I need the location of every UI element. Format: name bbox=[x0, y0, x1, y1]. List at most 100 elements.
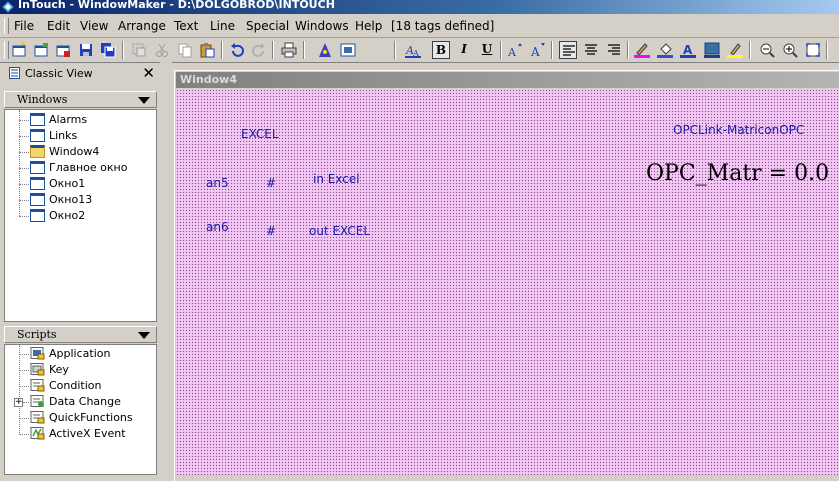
tree-connector bbox=[19, 200, 29, 201]
copy-icon[interactable] bbox=[176, 41, 194, 59]
zoom-in-icon[interactable] bbox=[781, 41, 799, 59]
windows-panel-header[interactable]: Windows bbox=[4, 91, 157, 108]
value-display-an6[interactable]: # bbox=[266, 224, 276, 238]
align-right-icon[interactable] bbox=[605, 41, 623, 59]
scripts-panel-title: Scripts bbox=[17, 328, 57, 341]
paste-icon[interactable] bbox=[198, 41, 216, 59]
close-icon[interactable]: ✕ bbox=[142, 64, 155, 82]
tree-connector bbox=[19, 184, 29, 185]
tree-connector bbox=[19, 418, 29, 419]
menu-line[interactable]: Line bbox=[210, 19, 235, 33]
text-object-in-excel[interactable]: in Excel bbox=[313, 172, 360, 186]
menu-arrange[interactable]: Arrange bbox=[118, 19, 166, 33]
menu-view[interactable]: View bbox=[80, 19, 108, 33]
save-icon[interactable] bbox=[77, 41, 95, 59]
align-center-icon[interactable] bbox=[582, 41, 600, 59]
window4-title: Window4 bbox=[180, 73, 237, 86]
bold-label: B bbox=[435, 43, 447, 57]
window-title: InTouch - WindowMaker - D:\DOLGOBROD\INT… bbox=[18, 0, 335, 11]
tree-connector bbox=[19, 434, 29, 435]
font-larger-icon[interactable]: A bbox=[506, 41, 524, 59]
undo-icon[interactable] bbox=[228, 41, 246, 59]
font-smaller-icon[interactable]: A bbox=[529, 41, 547, 59]
menu-grip[interactable] bbox=[4, 18, 9, 34]
window-item-label: Окно2 bbox=[49, 209, 86, 222]
text-object-out-excel[interactable]: out EXCEL bbox=[309, 224, 370, 238]
bold-icon[interactable]: B bbox=[432, 41, 450, 59]
tag-count-status: [18 tags defined] bbox=[391, 19, 495, 33]
align-left-icon[interactable] bbox=[559, 41, 577, 59]
tree-connector bbox=[19, 136, 29, 137]
tree-connector bbox=[19, 345, 20, 435]
open-window-icon[interactable] bbox=[32, 41, 50, 59]
window4-titlebar[interactable]: Window4 bbox=[176, 72, 839, 88]
text-color-icon[interactable]: A bbox=[679, 41, 697, 59]
tree-connector bbox=[23, 402, 29, 403]
tagname-dictionary-icon[interactable] bbox=[339, 41, 357, 59]
panel-splitter[interactable] bbox=[160, 62, 172, 475]
wizard-icon[interactable] bbox=[316, 41, 334, 59]
select-icon[interactable] bbox=[130, 41, 148, 59]
chevron-down-icon[interactable] bbox=[138, 332, 150, 339]
script-item-label: QuickFunctions bbox=[49, 411, 133, 424]
print-icon[interactable] bbox=[280, 41, 298, 59]
text-object-an6[interactable]: an6 bbox=[206, 220, 229, 234]
toolbar: AA B I U A A A bbox=[0, 38, 839, 63]
menu-file[interactable]: File bbox=[14, 19, 34, 33]
fill-color-icon[interactable] bbox=[656, 41, 674, 59]
toolbar-separator bbox=[122, 41, 124, 59]
underline-icon[interactable]: U bbox=[478, 41, 496, 59]
title-bar[interactable]: InTouch - WindowMaker - D:\DOLGOBROD\INT… bbox=[0, 0, 839, 14]
cut-icon[interactable] bbox=[153, 41, 171, 59]
window-color-icon[interactable] bbox=[703, 41, 721, 59]
activex-event-script-icon bbox=[30, 427, 45, 440]
value-display-an5[interactable]: # bbox=[266, 176, 276, 190]
line-color-icon[interactable] bbox=[633, 41, 651, 59]
application-script-icon bbox=[30, 347, 45, 360]
text-object-an5[interactable]: an5 bbox=[206, 176, 229, 190]
toolbar-separator bbox=[394, 41, 396, 59]
menu-help[interactable]: Help bbox=[355, 19, 382, 33]
tree-connector bbox=[19, 120, 29, 121]
scripts-panel-header[interactable]: Scripts bbox=[4, 326, 157, 343]
menu-text[interactable]: Text bbox=[174, 19, 198, 33]
windows-panel-title: Windows bbox=[17, 93, 68, 106]
save-all-icon[interactable] bbox=[99, 41, 117, 59]
toolbar-separator bbox=[303, 41, 305, 59]
script-item-label: Condition bbox=[49, 379, 102, 392]
menu-windows[interactable]: Windows bbox=[295, 19, 349, 33]
window-item-label: Главное окно bbox=[49, 161, 128, 174]
zoom-out-icon[interactable] bbox=[758, 41, 776, 59]
expand-icon[interactable]: + bbox=[14, 398, 23, 407]
window-item-label: Окно1 bbox=[49, 177, 86, 190]
script-item-label: Key bbox=[49, 363, 69, 376]
menu-special[interactable]: Special bbox=[246, 19, 289, 33]
window-icon bbox=[30, 193, 45, 206]
menu-edit[interactable]: Edit bbox=[47, 19, 70, 33]
script-item-label: Application bbox=[49, 347, 111, 360]
text-object-opc-matr[interactable]: OPC_Matr = 0.0 bbox=[646, 161, 829, 186]
tree-connector bbox=[19, 216, 29, 217]
svg-text:A: A bbox=[530, 45, 540, 58]
toolbar-grip[interactable] bbox=[4, 41, 9, 59]
classic-view-header: Classic View ✕ bbox=[3, 64, 159, 84]
chevron-down-icon[interactable] bbox=[138, 97, 150, 104]
window-item-label: Window4 bbox=[49, 145, 100, 158]
redo-icon[interactable] bbox=[250, 41, 268, 59]
text-object-excel[interactable]: EXCEL bbox=[241, 127, 279, 141]
window-item-label: Links bbox=[49, 129, 78, 142]
font-icon[interactable]: AA bbox=[404, 41, 422, 59]
toolbar-separator bbox=[627, 41, 629, 59]
window-icon bbox=[30, 209, 45, 222]
text-object-opclink[interactable]: OPCLink-MatriconOPC bbox=[673, 123, 804, 137]
script-item-label: ActiveX Event bbox=[49, 427, 126, 440]
tree-connector bbox=[19, 168, 29, 169]
toolbar-separator bbox=[500, 41, 502, 59]
close-window-icon[interactable] bbox=[54, 41, 72, 59]
zoom-fit-icon[interactable] bbox=[804, 41, 822, 59]
window4-canvas[interactable]: EXCEL OPCLink-MatriconOPC an5 # in Excel… bbox=[176, 89, 839, 475]
quickfunctions-script-icon bbox=[30, 411, 45, 424]
italic-icon[interactable]: I bbox=[455, 41, 473, 59]
new-window-icon[interactable] bbox=[10, 41, 28, 59]
highlight-icon[interactable] bbox=[726, 41, 744, 59]
